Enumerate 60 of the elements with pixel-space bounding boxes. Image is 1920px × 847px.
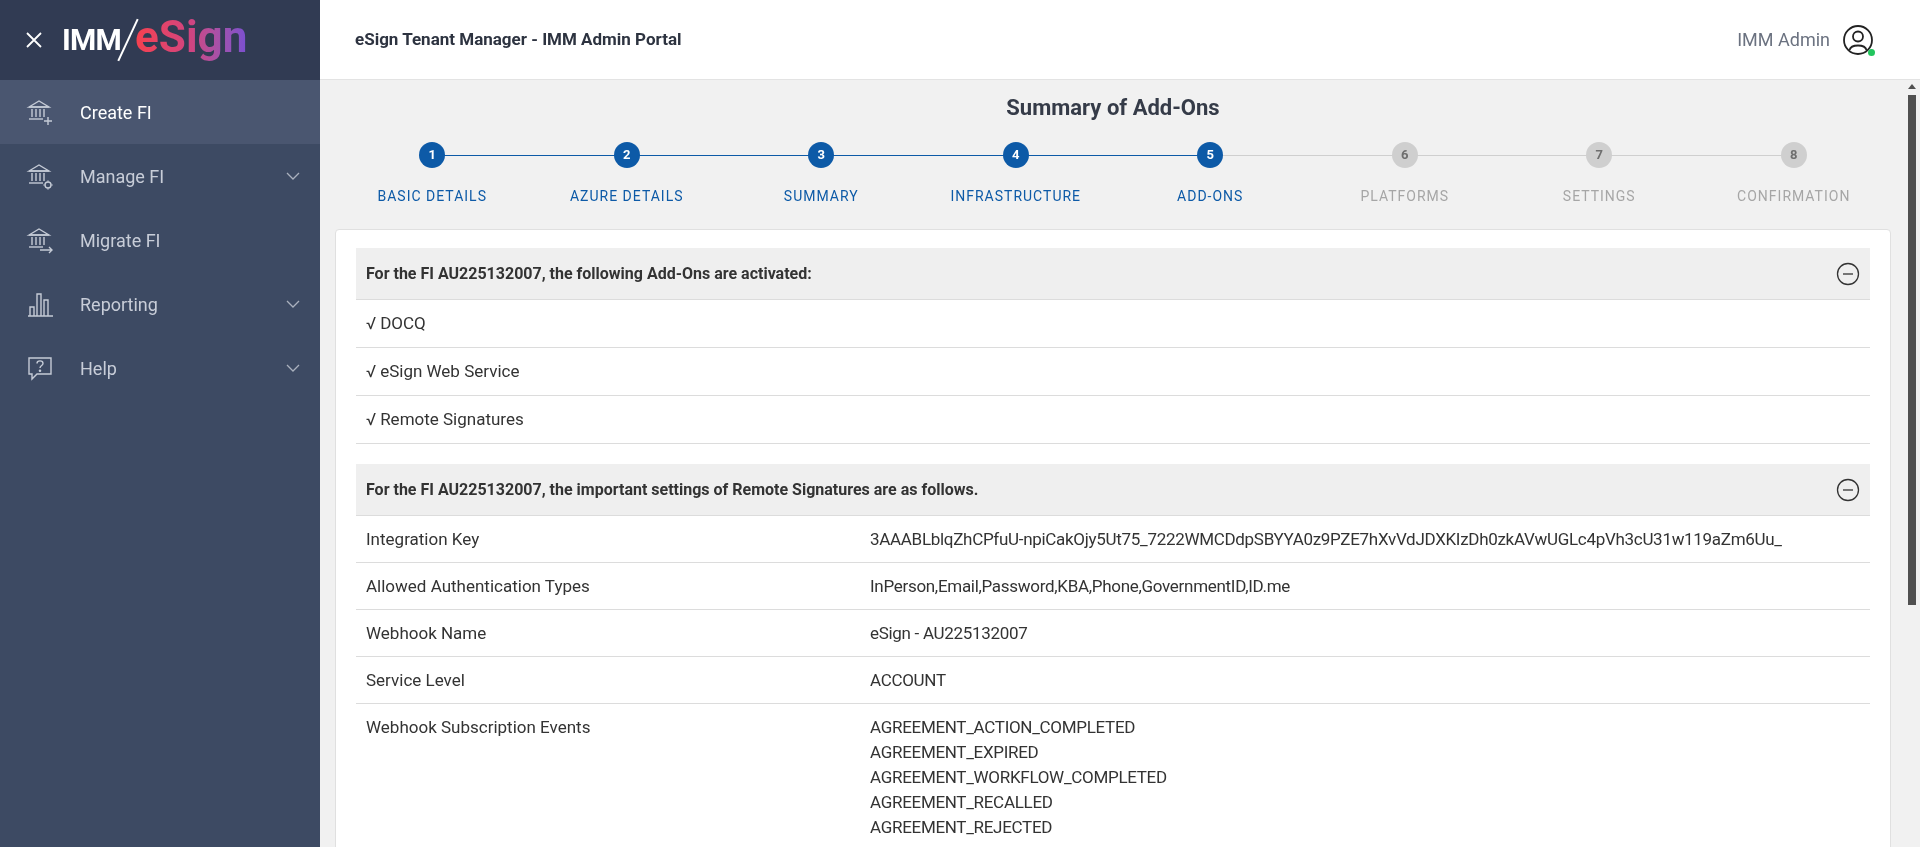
bank-arrow-icon bbox=[26, 226, 54, 254]
scroll-up-icon[interactable] bbox=[1907, 84, 1916, 89]
setting-label: Allowed Authentication Types bbox=[366, 575, 591, 597]
add-on-name: Remote Signatures bbox=[380, 407, 524, 431]
step-label: PLATFORMS bbox=[1360, 187, 1450, 206]
app-title: eSign Tenant Manager - IMM Admin Portal bbox=[355, 27, 683, 51]
setting-value: AGREEMENT_RECALLED bbox=[870, 791, 1054, 813]
setting-value: AGREEMENT_ACTION_COMPLETED bbox=[870, 716, 1137, 738]
step-number: 7 bbox=[1586, 142, 1613, 168]
setting-value: AGREEMENT_REJECTED bbox=[870, 816, 1054, 838]
chevron-down-icon bbox=[286, 364, 300, 372]
chevron-down-icon bbox=[286, 172, 300, 180]
user-name[interactable]: IMM Admin bbox=[1737, 26, 1830, 53]
step-label: AZURE DETAILS bbox=[569, 187, 684, 206]
step-number: 3 bbox=[808, 142, 835, 168]
step-number: 2 bbox=[613, 142, 640, 168]
step-label: CONFIRMATION bbox=[1737, 187, 1851, 206]
collapse-icon[interactable] bbox=[1836, 261, 1860, 286]
help-icon bbox=[26, 354, 54, 382]
step-label: SETTINGS bbox=[1562, 187, 1636, 206]
bank-gear-icon bbox=[26, 162, 54, 190]
add-on-name: eSign Web Service bbox=[380, 359, 520, 383]
bank-plus-icon bbox=[26, 98, 54, 126]
step-number: 8 bbox=[1780, 142, 1807, 168]
sidebar-item[interactable]: Help bbox=[0, 336, 320, 400]
sidebar-item[interactable]: Migrate FI bbox=[0, 208, 320, 272]
avatar-icon[interactable] bbox=[1842, 23, 1874, 56]
step-label: BASIC DETAILS bbox=[377, 187, 487, 206]
setting-value: AGREEMENT_EXPIRED bbox=[870, 741, 1040, 763]
add-on-name: DOCQ bbox=[380, 311, 426, 335]
sidebar-item[interactable]: Create FI bbox=[0, 80, 320, 144]
collapse-icon[interactable] bbox=[1836, 477, 1860, 502]
setting-label: Service Level bbox=[366, 669, 466, 691]
setting-value: 3AAABLblqZhCPfuU-npiCakOjy5Ut75_7222WMCDdpSBYYA0z9PZE7hXvVdJDXKIzDh0zkAVwUGLc4pVh3cU31w119aZm6Uu_ bbox=[870, 528, 1783, 550]
step-number: 4 bbox=[1002, 142, 1029, 168]
sidebar-item[interactable]: Manage FI bbox=[0, 144, 320, 208]
chevron-down-icon bbox=[286, 300, 300, 308]
step-number: 1 bbox=[419, 142, 446, 168]
step-label: SUMMARY bbox=[783, 187, 859, 206]
section-title: For the FI AU225132007, the following Add-Ons are activated: bbox=[366, 262, 813, 285]
section-title: For the FI AU225132007, the important settings of Remote Signatures are as follows. bbox=[366, 478, 980, 501]
setting-value: eSign - AU225132007 bbox=[870, 622, 1029, 644]
step-number: 5 bbox=[1197, 142, 1224, 168]
sidebar-item[interactable]: Reporting bbox=[0, 272, 320, 336]
scrollbar-thumb[interactable] bbox=[1907, 95, 1916, 605]
check-mark: √ bbox=[366, 407, 377, 431]
check-mark: √ bbox=[366, 359, 377, 383]
check-mark: √ bbox=[366, 311, 377, 335]
close-icon[interactable] bbox=[24, 30, 44, 50]
setting-label: Webhook Subscription Events bbox=[366, 716, 592, 739]
step-number: 6 bbox=[1391, 142, 1418, 168]
step-label: INFRASTRUCTURE bbox=[950, 187, 1082, 206]
bar-chart-icon bbox=[26, 290, 54, 318]
setting-value: ACCOUNT bbox=[870, 669, 947, 691]
step-label: ADD-ONS bbox=[1177, 187, 1244, 206]
setting-value: AGREEMENT_WORKFLOW_COMPLETED bbox=[870, 766, 1168, 788]
page-title: Summary of Add-Ons bbox=[1005, 94, 1221, 122]
setting-label: Integration Key bbox=[366, 528, 481, 550]
setting-label: Webhook Name bbox=[366, 622, 488, 644]
setting-value: InPerson,Email,Password,KBA,Phone,GovernmentID,ID.me bbox=[870, 575, 1292, 597]
